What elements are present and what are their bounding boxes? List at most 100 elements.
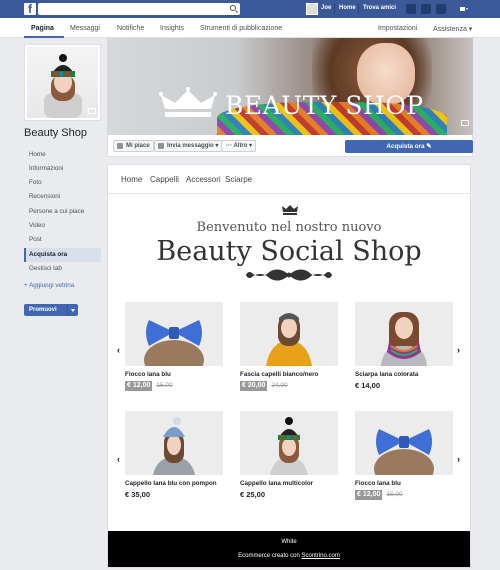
thumbs-up-icon — [117, 143, 123, 149]
product-sale-price: € 12,00 — [355, 490, 383, 500]
more-button-label: ··· Altro ▾ — [226, 143, 253, 149]
product-name[interactable]: Cappello lana multicolor — [240, 480, 338, 487]
search-icon[interactable] — [230, 5, 236, 11]
sidebar-item-video[interactable]: Video — [24, 219, 101, 233]
sidebar-item-informazioni[interactable]: Informazioni — [24, 162, 101, 176]
product-price: € 14,00 — [355, 381, 381, 390]
footer-theme-name: White — [281, 539, 297, 545]
product-image[interactable] — [240, 302, 338, 366]
camera-icon[interactable] — [461, 120, 469, 126]
product-name[interactable]: Fiocco lana blu — [125, 371, 223, 378]
messages-icon[interactable] — [421, 4, 431, 14]
tab-insights[interactable]: Insights — [160, 25, 184, 32]
product-card[interactable]: Cappello lana multicolor € 25,00 — [240, 411, 338, 500]
shop-nav-accessori[interactable]: Accessori — [186, 175, 221, 184]
carousel-next-arrow-icon[interactable]: › — [457, 455, 463, 464]
product-old-price: 15,00 — [156, 382, 173, 389]
product-image[interactable] — [125, 302, 223, 366]
product-image[interactable] — [355, 411, 453, 475]
friend-requests-icon[interactable] — [406, 4, 416, 14]
shop-panel: Home Cappelli Accessori Sciarpe Benvenut… — [107, 164, 471, 568]
tab-messaggi[interactable]: Messaggi — [70, 25, 100, 32]
crown-logo-icon — [159, 87, 217, 117]
tab-pagina[interactable]: Pagina — [31, 25, 54, 32]
product-old-price: 24,00 — [271, 382, 288, 389]
send-message-button[interactable]: Invia messaggio ▾ — [154, 140, 223, 152]
product-card[interactable]: Fiocco lana blu € 12,00 15,00 — [125, 302, 223, 391]
carousel-next-arrow-icon[interactable]: › — [457, 346, 463, 355]
sidebar-item-post[interactable]: Post — [24, 233, 101, 247]
like-button[interactable]: Mi piace — [113, 140, 154, 152]
carousel-prev-arrow-icon[interactable]: ‹ — [117, 346, 123, 355]
product-card[interactable]: Fascia capelli bianco/nero € 20,00 24,00 — [240, 302, 338, 391]
shop-nav-cappelli[interactable]: Cappelli — [150, 175, 179, 184]
shop-nav: Home Cappelli Accessori Sciarpe — [108, 165, 470, 194]
tab-impostazioni[interactable]: Impostazioni — [378, 25, 417, 32]
blue-bow-illustration — [144, 320, 204, 366]
product-price-row: € 35,00 — [125, 490, 223, 500]
send-message-label: Invia messaggio ▾ — [167, 143, 219, 149]
footer-credit-text: Ecommerce creato con — [238, 553, 302, 559]
product-sale-price: € 20,00 — [240, 381, 268, 391]
sidebar-item-foto[interactable]: Foto — [24, 176, 101, 190]
page-tab-bar: Pagina Messaggi Notifiche Insights Strum… — [0, 18, 500, 38]
find-friends-link[interactable]: Trova amici — [363, 5, 396, 11]
blue-pompon-hat-illustration — [153, 417, 195, 475]
home-link[interactable]: Home — [339, 5, 356, 11]
shop-nav-sciarpe[interactable]: Sciarpe — [225, 175, 252, 184]
privacy-shortcuts-icon[interactable] — [459, 4, 469, 14]
shop-welcome-text: Benvenuto nel nostro nuovo — [196, 220, 382, 235]
more-button[interactable]: ··· Altro ▾ — [221, 140, 257, 152]
sidebar-item-persone[interactable]: Persone a cui piace — [24, 205, 101, 219]
page-action-bar: Mi piace Invia messaggio ▾ ··· Altro ▾ A… — [107, 135, 473, 157]
product-card[interactable]: Sciarpa lana colorata € 14,00 — [355, 302, 453, 391]
product-image[interactable] — [240, 411, 338, 475]
top-navigation-bar: f Joe Home Trova amici — [0, 0, 500, 18]
facebook-logo-letter: f — [28, 2, 32, 16]
product-image[interactable] — [355, 302, 453, 366]
tab-strumenti[interactable]: Strumenti di pubblicazione — [200, 25, 282, 32]
sidebar-item-home[interactable]: Home — [24, 148, 101, 162]
tab-notifiche[interactable]: Notifiche — [117, 25, 144, 32]
product-price: € 35,00 — [125, 490, 151, 499]
camera-icon[interactable] — [88, 108, 96, 114]
product-card[interactable]: Cappello lana blu con pompon € 35,00 — [125, 411, 223, 500]
profile-picture[interactable] — [24, 44, 101, 121]
message-icon — [158, 143, 164, 149]
scontrino-link[interactable]: Scontrino.com — [302, 553, 340, 559]
sidebar-item-gestisci-tab[interactable]: Gestisci tab — [24, 262, 101, 276]
sidebar-item-acquista-ora[interactable]: Acquista ora — [24, 248, 101, 262]
product-name[interactable]: Fascia capelli bianco/nero — [240, 371, 338, 378]
tab-assistenza[interactable]: Assistenza ▾ — [433, 25, 472, 33]
facebook-logo[interactable]: f — [24, 2, 36, 16]
scarf-model-illustration — [381, 312, 427, 366]
ornament-divider-icon — [246, 269, 332, 281]
chevron-down-icon[interactable] — [67, 304, 78, 316]
top-divider — [358, 4, 359, 14]
product-price-row: € 14,00 — [355, 381, 453, 391]
multicolor-hat-illustration — [270, 417, 308, 475]
cover-photo[interactable]: BEAUTY SHOP — [107, 38, 473, 135]
product-card[interactable]: Fiocco lana blu € 12,00 15,00 — [355, 411, 453, 500]
search-input[interactable] — [38, 3, 240, 15]
product-old-price: 15,00 — [386, 491, 403, 498]
product-price: € 25,00 — [240, 490, 266, 499]
carousel-prev-arrow-icon[interactable]: ‹ — [117, 455, 123, 464]
shop-title: Beauty Social Shop — [156, 236, 422, 267]
product-name[interactable]: Cappello lana blu con pompon — [125, 480, 223, 487]
product-name[interactable]: Fiocco lana blu — [355, 480, 453, 487]
product-price-row: € 25,00 — [240, 490, 338, 500]
blue-bow-illustration — [374, 429, 434, 475]
buy-now-button[interactable]: Acquista ora ✎ — [345, 140, 473, 153]
add-shop-link[interactable]: + Aggiungi vetrina — [24, 282, 74, 289]
shop-nav-home[interactable]: Home — [121, 175, 142, 184]
product-name[interactable]: Sciarpa lana colorata — [355, 371, 453, 378]
user-profile-link[interactable]: Joe — [321, 5, 331, 11]
sidebar-item-recensioni[interactable]: Recensioni — [24, 190, 101, 204]
promote-button[interactable]: Promuovi — [24, 304, 78, 316]
notifications-icon[interactable] — [436, 4, 446, 14]
cover-brand-title: BEAUTY SHOP — [225, 91, 424, 120]
product-image[interactable] — [125, 411, 223, 475]
user-avatar[interactable] — [306, 3, 318, 15]
active-tab-indicator — [24, 36, 64, 38]
